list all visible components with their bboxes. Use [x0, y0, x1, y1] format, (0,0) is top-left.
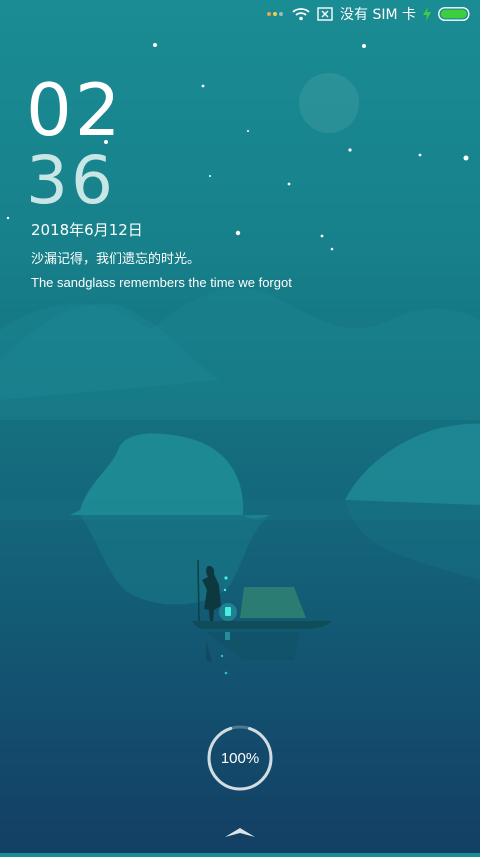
- lantern: [225, 607, 231, 616]
- notification-dots-icon: [267, 12, 285, 16]
- charging-level-label: 100%: [220, 749, 260, 767]
- no-sim-icon: [317, 7, 333, 21]
- quote-chinese: 沙漏记得，我们遗忘的时光。: [31, 252, 201, 267]
- battery-icon: [438, 7, 472, 21]
- charging-indicator: 100%: [206, 724, 274, 792]
- boat-cabin: [240, 587, 306, 618]
- boat-scene: [192, 559, 332, 675]
- clock-hour: 02: [26, 68, 124, 152]
- left-island-reflection: [80, 515, 270, 605]
- charging-icon: [423, 7, 431, 21]
- clock-minute: 36: [26, 142, 116, 219]
- lockscreen-clock: 02 36: [26, 74, 124, 214]
- sim-status-text: 没有 SIM 卡: [340, 7, 416, 23]
- quote-english: The sandglass remembers the time we forg…: [31, 275, 292, 290]
- status-bar: 没有 SIM 卡: [0, 0, 480, 28]
- lockscreen-date: 2018年6月12日: [31, 221, 143, 239]
- wifi-icon: [292, 7, 310, 21]
- boat: [192, 621, 332, 629]
- right-island: [345, 423, 480, 505]
- swipe-up-icon[interactable]: [224, 824, 256, 838]
- moon-icon: [299, 73, 359, 133]
